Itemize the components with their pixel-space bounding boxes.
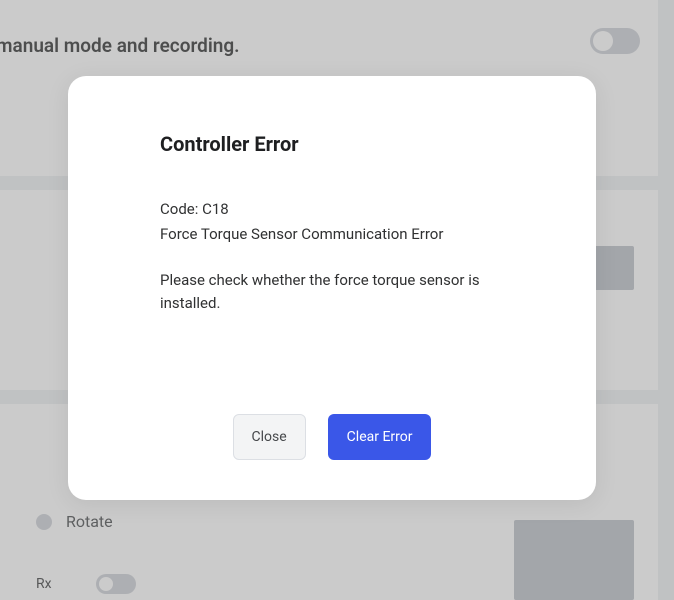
error-code-prefix: Code: — [160, 200, 202, 218]
error-code-value: C18 — [202, 200, 229, 218]
close-button[interactable]: Close — [233, 414, 306, 460]
error-message: Force Torque Sensor Communication Error — [160, 223, 504, 246]
error-modal: Controller Error Code: C18 Force Torque … — [68, 76, 596, 500]
modal-actions: Close Clear Error — [140, 384, 524, 460]
error-description: Please check whether the force torque se… — [160, 269, 500, 314]
clear-error-button[interactable]: Clear Error — [328, 414, 432, 460]
modal-body: Code: C18 Force Torque Sensor Communicat… — [160, 198, 504, 314]
app-viewport: manual mode and recording. Rotate Rx Con… — [0, 0, 674, 600]
modal-title: Controller Error — [160, 132, 504, 156]
error-code-line: Code: C18 — [160, 198, 504, 221]
